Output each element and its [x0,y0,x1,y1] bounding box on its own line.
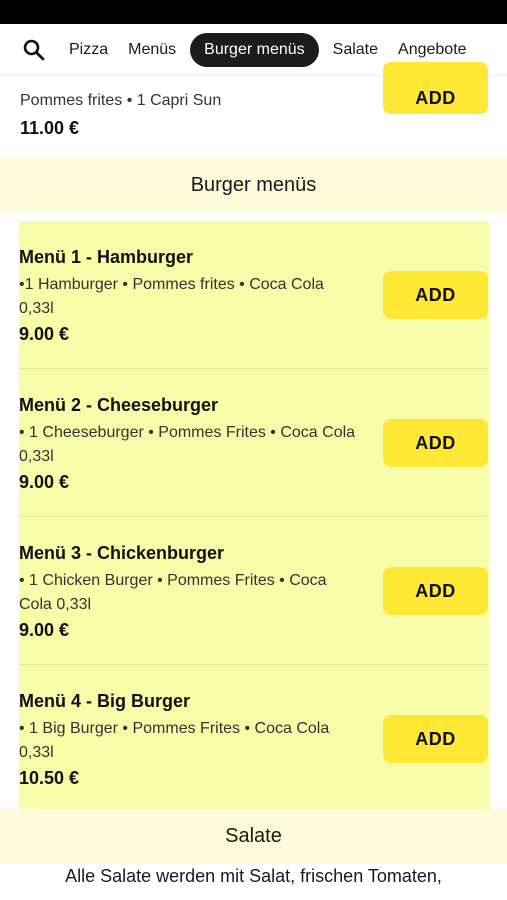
menu-item: Menü 3 - Chickenburger • 1 Chicken Burge… [19,517,489,665]
item-title: Menü 1 - Hamburger [19,247,194,267]
tab-pizza[interactable]: Pizza [59,33,118,67]
menu-item: Menü 1 - Hamburger •1 Hamburger • Pommes… [19,221,489,369]
add-button[interactable]: ADD [383,271,488,319]
item-price: 11.00 € [20,118,80,138]
item-title: Menü 4 - Big Burger [19,691,191,711]
add-button[interactable]: ADD [383,715,488,763]
item-price: 9.00 € [19,472,70,492]
tab-salate[interactable]: Salate [323,33,388,67]
section-header-salate: Salate [0,809,507,864]
item-price: 9.00 € [19,620,70,640]
item-title: Menü 2 - Cheeseburger [19,395,219,415]
item-price: 9.00 € [19,324,70,344]
search-button[interactable] [23,33,57,67]
item-description: •1 Hamburger • Pommes frites • Coca Cola… [19,276,324,317]
previous-menu-item: Pommes frites • 1 Capri Sun 11.00 € ADD [0,62,507,158]
tab-burger-menus[interactable]: Burger menüs [190,32,319,67]
burger-menu-list: Menü 1 - Hamburger •1 Hamburger • Pommes… [19,221,489,811]
item-price: 10.50 € [19,768,80,788]
section-header-burger-menus: Burger menüs [0,158,507,213]
add-button[interactable]: ADD [383,62,488,114]
item-description: • 1 Cheeseburger • Pommes Frites • Coca … [19,424,356,465]
section-description: Alle Salate werden mit Salat, frischen T… [65,866,442,886]
add-button[interactable]: ADD [383,419,488,467]
item-description: • 1 Big Burger • Pommes Frites • Coca Co… [19,720,330,761]
item-description: • 1 Chicken Burger • Pommes Frites • Coc… [19,572,327,613]
item-title: Menü 3 - Chickenburger [19,543,225,563]
search-icon [23,39,45,60]
item-description: Pommes frites • 1 Capri Sun [20,92,222,109]
menu-item: Menü 4 - Big Burger • 1 Big Burger • Pom… [19,665,489,813]
tab-menus[interactable]: Menüs [118,33,186,67]
add-button[interactable]: ADD [383,567,488,615]
menu-item: Menü 2 - Cheeseburger • 1 Cheeseburger •… [19,369,489,517]
status-bar [0,0,507,24]
